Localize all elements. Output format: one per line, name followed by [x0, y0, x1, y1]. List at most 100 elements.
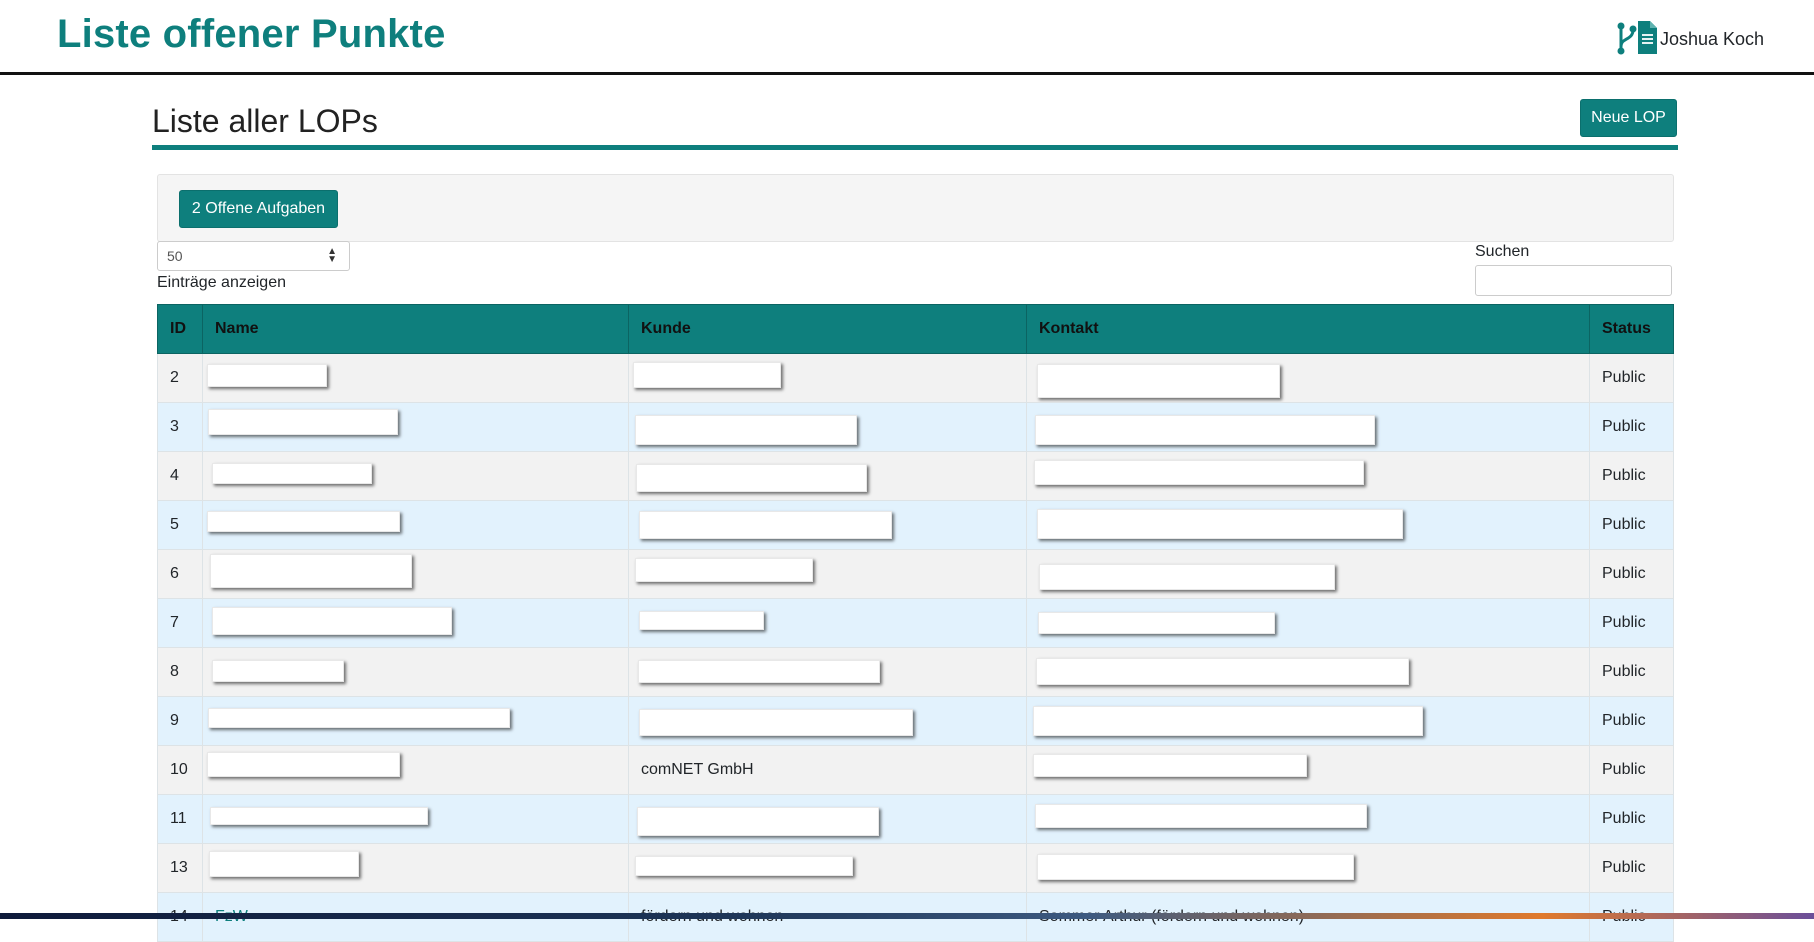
cell-kontakt	[1026, 696, 1590, 746]
cell-status: Public	[1589, 353, 1674, 403]
redaction-box	[1037, 364, 1280, 398]
cell-status: Public	[1589, 843, 1674, 893]
user-menu[interactable]: Joshua Koch	[1612, 20, 1764, 58]
cell-id: 2	[157, 353, 203, 403]
cell-kontakt	[1026, 647, 1590, 697]
column-header-kontakt[interactable]: Kontakt	[1026, 304, 1590, 354]
select-arrows-icon: ▲ ▼	[327, 246, 337, 265]
cell-kunde	[628, 843, 1027, 893]
cell-id: 5	[157, 500, 203, 550]
cell-kontakt	[1026, 843, 1590, 893]
table-row[interactable]: 10 comNET GmbH Public	[157, 745, 1674, 795]
cell-kunde	[628, 696, 1027, 746]
cell-status: Public	[1589, 549, 1674, 599]
cell-name[interactable]	[202, 549, 629, 599]
cell-kontakt	[1026, 353, 1590, 403]
redaction-box	[1033, 754, 1307, 777]
user-name[interactable]: Joshua Koch	[1660, 29, 1764, 50]
cell-status: Public	[1589, 598, 1674, 648]
column-header-id[interactable]: ID	[157, 304, 203, 354]
page-length-select[interactable]: 50 ▲ ▼	[157, 241, 350, 271]
cell-id: 6	[157, 549, 203, 599]
redaction-box	[1034, 460, 1364, 485]
search-input[interactable]	[1475, 265, 1672, 296]
cell-name[interactable]	[202, 794, 629, 844]
section-header: Liste aller LOPs Neue LOP	[152, 90, 1678, 150]
cell-kunde	[628, 451, 1027, 501]
redaction-box	[637, 807, 879, 836]
cell-kontakt	[1026, 451, 1590, 501]
cell-id: 7	[157, 598, 203, 648]
column-header-name[interactable]: Name	[202, 304, 629, 354]
redaction-box	[208, 409, 398, 435]
redaction-box	[209, 851, 359, 877]
column-header-kunde[interactable]: Kunde	[628, 304, 1027, 354]
cell-kontakt	[1026, 598, 1590, 648]
cell-status: Public	[1589, 794, 1674, 844]
cell-status: Public	[1589, 451, 1674, 501]
cell-id: 9	[157, 696, 203, 746]
table-row[interactable]: 3 Public	[157, 402, 1674, 452]
redaction-box	[1035, 415, 1375, 445]
cell-name[interactable]	[202, 696, 629, 746]
app-title[interactable]: Liste offener Punkte	[57, 12, 446, 57]
cell-id: 11	[157, 794, 203, 844]
table-row[interactable]: 13 Public	[157, 843, 1674, 893]
redaction-box	[635, 856, 853, 876]
cell-kontakt	[1026, 794, 1590, 844]
cell-kontakt	[1026, 745, 1590, 795]
redaction-box	[212, 463, 372, 484]
table-row[interactable]: 7 Public	[157, 598, 1674, 648]
cell-status: Public	[1589, 647, 1674, 697]
cell-kunde	[628, 549, 1027, 599]
table-row[interactable]: 4 Public	[157, 451, 1674, 501]
redaction-box	[208, 708, 510, 728]
table-row[interactable]: 6 Public	[157, 549, 1674, 599]
open-tasks-button[interactable]: 2 Offene Aufgaben	[179, 190, 338, 228]
cell-kontakt	[1026, 500, 1590, 550]
search-label: Suchen	[1475, 243, 1530, 260]
cell-name[interactable]	[202, 843, 629, 893]
table-row[interactable]: 2 Public	[157, 353, 1674, 403]
page-length-label: Einträge anzeigen	[157, 274, 286, 291]
redaction-box	[635, 558, 813, 582]
cell-name[interactable]	[202, 402, 629, 452]
cell-name[interactable]	[202, 598, 629, 648]
table-row[interactable]: 9 Public	[157, 696, 1674, 746]
cell-name[interactable]	[202, 451, 629, 501]
redaction-box	[212, 660, 344, 682]
cell-kunde	[628, 598, 1027, 648]
cell-name[interactable]	[202, 500, 629, 550]
cell-kontakt	[1026, 549, 1590, 599]
cell-name[interactable]	[202, 647, 629, 697]
top-navbar: Liste offener Punkte Joshua Koch	[0, 0, 1814, 75]
page-title: Liste aller LOPs	[152, 103, 378, 139]
cell-id: 4	[157, 451, 203, 501]
cell-name[interactable]	[202, 353, 629, 403]
table-header-row: ID Name Kunde Kontakt Status	[157, 304, 1674, 354]
redaction-box	[639, 611, 764, 630]
cell-status: Public	[1589, 402, 1674, 452]
cell-kunde	[628, 647, 1027, 697]
table-row[interactable]: 8 Public	[157, 647, 1674, 697]
cell-name[interactable]	[202, 745, 629, 795]
redaction-box	[207, 752, 400, 777]
redaction-box	[1038, 612, 1275, 634]
redaction-box	[1037, 854, 1354, 880]
redaction-box	[639, 709, 913, 736]
redaction-box	[635, 415, 857, 445]
cell-kunde	[628, 794, 1027, 844]
redaction-box	[638, 660, 880, 683]
cell-id: 3	[157, 402, 203, 452]
cell-kunde: comNET GmbH	[628, 745, 1027, 795]
redaction-box	[207, 364, 327, 387]
redaction-box	[1039, 564, 1335, 590]
table-row[interactable]: 5 Public	[157, 500, 1674, 550]
redaction-box	[212, 607, 452, 635]
cell-kunde	[628, 500, 1027, 550]
column-header-status[interactable]: Status	[1589, 304, 1674, 354]
cell-status: Public	[1589, 696, 1674, 746]
new-lop-button[interactable]: Neue LOP	[1580, 99, 1677, 137]
redaction-box	[1037, 509, 1403, 539]
table-row[interactable]: 11 Public	[157, 794, 1674, 844]
